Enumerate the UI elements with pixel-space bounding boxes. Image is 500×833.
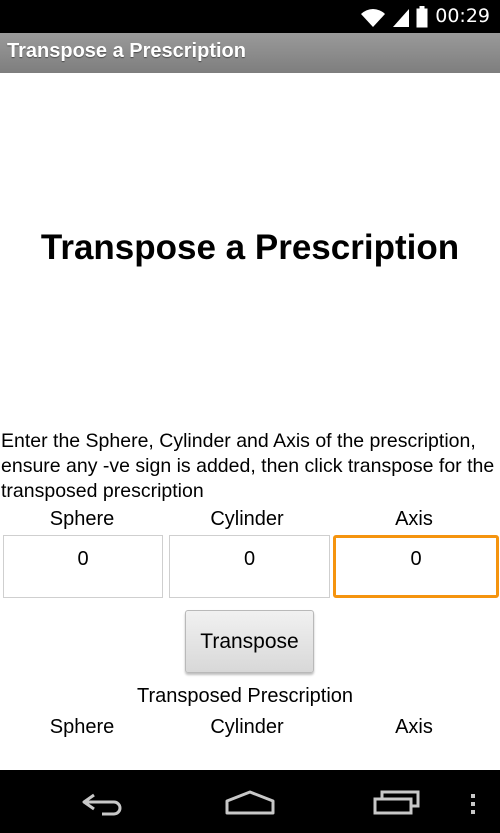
signal-icon (393, 9, 409, 27)
app-title: Transpose a Prescription (7, 40, 246, 62)
back-icon[interactable] (80, 792, 128, 816)
result-sphere-label: Sphere (49, 716, 115, 738)
axis-label: Axis (395, 508, 433, 530)
sphere-label: Sphere (49, 508, 115, 530)
transpose-button[interactable]: Transpose (185, 610, 314, 673)
result-axis-label: Axis (395, 716, 433, 738)
home-icon[interactable] (224, 790, 276, 816)
result-cylinder-label: Cylinder (210, 716, 284, 738)
instructions-text: Enter the Sphere, Cylinder and Axis of t… (1, 430, 495, 502)
status-icons (360, 6, 428, 28)
status-bar: 00:29 (0, 0, 500, 33)
result-heading: Transposed Prescription (136, 685, 354, 707)
battery-icon (416, 6, 428, 28)
overflow-menu-icon[interactable] (468, 792, 478, 816)
status-clock: 00:29 (435, 5, 490, 27)
recent-apps-icon[interactable] (372, 790, 422, 816)
axis-input[interactable] (336, 538, 496, 595)
cylinder-field[interactable] (169, 535, 330, 598)
main-content: Transpose a Prescription Enter the Spher… (0, 73, 500, 770)
app-title-bar: Transpose a Prescription (0, 33, 500, 73)
page-heading: Transpose a Prescription (40, 228, 460, 267)
cylinder-input[interactable] (170, 536, 329, 597)
navigation-bar (0, 770, 500, 833)
axis-field[interactable] (333, 535, 499, 598)
sphere-field[interactable] (3, 535, 163, 598)
cylinder-label: Cylinder (210, 508, 284, 530)
sphere-input[interactable] (4, 536, 162, 597)
wifi-icon (361, 9, 385, 27)
